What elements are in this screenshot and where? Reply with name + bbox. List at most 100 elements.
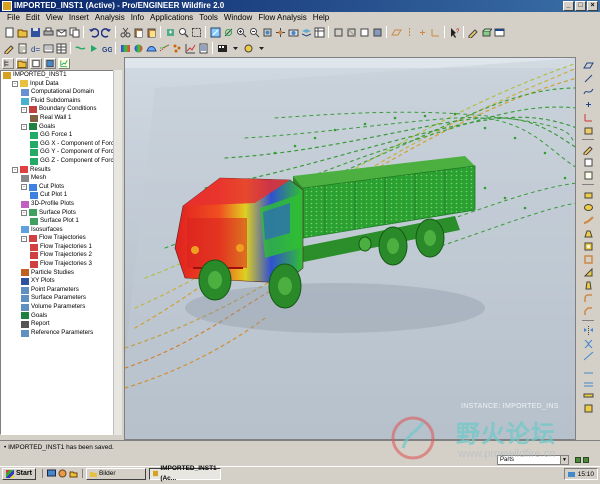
tree-item[interactable]: - Flow Trajectories [1, 234, 121, 243]
model-tree-tab-icon[interactable] [2, 58, 14, 69]
shell-tool-icon[interactable] [582, 253, 595, 265]
tree-expander-icon[interactable]: - [21, 209, 27, 216]
tree-item[interactable]: Isosurfaces [1, 226, 121, 235]
orient-mode-icon[interactable] [222, 26, 234, 38]
note-tool-icon[interactable] [582, 169, 595, 181]
taskbar-item-bilder[interactable]: Bilder [85, 467, 146, 480]
isosurface-icon[interactable] [145, 42, 157, 54]
tree-expander-icon[interactable]: - [21, 235, 27, 242]
menu-info[interactable]: Info [128, 12, 147, 24]
particle-study-icon[interactable] [171, 42, 183, 54]
menu-edit[interactable]: Edit [23, 12, 43, 24]
tree-expander-icon[interactable]: - [21, 184, 27, 191]
relations-icon[interactable]: d= [29, 42, 41, 54]
start-button[interactable]: Start [2, 467, 36, 480]
tree-item[interactable]: - Surface Plots [1, 209, 121, 218]
fill-tool-icon[interactable] [582, 156, 595, 168]
mirror-tool-icon[interactable] [582, 324, 595, 336]
tree-item[interactable]: Real Wall 1 [1, 114, 121, 123]
rename-icon[interactable] [3, 42, 15, 54]
sweep-tool-icon[interactable] [582, 214, 595, 226]
selection-filter-select[interactable]: Parts ▼ [497, 455, 569, 465]
animation-icon[interactable] [216, 42, 228, 54]
view-manager-icon[interactable] [313, 26, 325, 38]
round-tool-icon[interactable] [582, 292, 595, 304]
tree-item[interactable]: GG X - Component of Force 1 [1, 140, 121, 149]
tree-item[interactable]: Surface Parameters [1, 294, 121, 303]
datum-point-tool-icon[interactable] [582, 98, 595, 110]
tree-expander-icon[interactable]: - [12, 80, 18, 87]
datum-planes-icon[interactable] [390, 26, 402, 38]
regenerate-icon[interactable] [164, 26, 176, 38]
datum-axis-tool-icon[interactable] [582, 72, 595, 84]
menu-insert[interactable]: Insert [66, 12, 92, 24]
sketch-tool-icon[interactable] [582, 143, 595, 155]
tree-item[interactable]: Computational Domain [1, 88, 121, 97]
clock[interactable]: 15:10 [578, 471, 594, 478]
extend-tool-icon[interactable] [582, 363, 595, 375]
reorient-icon[interactable] [274, 26, 286, 38]
feature-icon[interactable] [480, 26, 492, 38]
thicken-tool-icon[interactable] [582, 389, 595, 401]
tree-item[interactable]: Reference Parameters [1, 329, 121, 338]
tree-item[interactable]: Flow Trajectories 3 [1, 260, 121, 269]
tree-item[interactable]: - Goals [1, 123, 121, 132]
tree-item[interactable]: Flow Trajectories 1 [1, 243, 121, 252]
browser-icon[interactable] [58, 469, 67, 478]
history-tab-icon[interactable] [44, 58, 56, 69]
desktop-icon[interactable] [46, 469, 56, 478]
dropdown-arrow-icon[interactable] [229, 42, 241, 54]
offset-tool-icon[interactable] [582, 376, 595, 388]
graphics-viewport[interactable]: INSTANCE: IMPORTED_INS [124, 57, 576, 440]
hole-tool-icon[interactable] [582, 240, 595, 252]
tree-expander-icon[interactable]: - [21, 123, 27, 130]
context-help-icon[interactable]: ? [448, 26, 460, 38]
menu-help[interactable]: Help [310, 12, 332, 24]
tree-item[interactable]: Cut Plot 1 [1, 191, 121, 200]
menu-analysis[interactable]: Analysis [92, 12, 128, 24]
favorites-tab-icon[interactable] [30, 58, 42, 69]
tree-item[interactable]: - Results [1, 166, 121, 175]
paste-special-icon[interactable] [145, 26, 157, 38]
blend-tool-icon[interactable] [582, 227, 595, 239]
minimize-button[interactable]: _ [563, 1, 574, 11]
note-icon[interactable] [16, 42, 28, 54]
open-folder-icon[interactable] [16, 26, 28, 38]
close-button[interactable]: × [587, 1, 598, 11]
trim-tool-icon[interactable] [582, 350, 595, 362]
print-icon[interactable] [42, 26, 54, 38]
maximize-button[interactable]: □ [575, 1, 586, 11]
tree-item[interactable]: Mesh [1, 174, 121, 183]
tree-item[interactable]: - Input Data [1, 80, 121, 89]
select-box-icon[interactable] [190, 26, 202, 38]
sketch-icon[interactable] [467, 26, 479, 38]
zoom-in-icon[interactable] [235, 26, 247, 38]
datum-plane-tool-icon[interactable] [582, 59, 595, 71]
flow-run-icon[interactable] [87, 42, 99, 54]
tree-expander-icon[interactable]: - [12, 166, 18, 173]
tree-item[interactable]: Goals [1, 312, 121, 321]
tree-item[interactable]: 3D-Profile Plots [1, 200, 121, 209]
save-icon[interactable] [29, 26, 41, 38]
chamfer-tool-icon[interactable] [582, 305, 595, 317]
tree-item[interactable]: - Cut Plots [1, 183, 121, 192]
solidify-tool-icon[interactable] [582, 402, 595, 414]
surface-plot-icon[interactable] [132, 42, 144, 54]
tree-item[interactable]: Fluid Subdomains [1, 97, 121, 106]
merge-tool-icon[interactable] [582, 337, 595, 349]
datum-axes-icon[interactable] [403, 26, 415, 38]
tree-item[interactable]: - Boundary Conditions [1, 105, 121, 114]
tree-item[interactable]: GG Y - Component of Force 1 [1, 148, 121, 157]
tree-scrollbar[interactable] [113, 70, 122, 435]
menu-window[interactable]: Window [221, 12, 255, 24]
menu-file[interactable]: File [4, 12, 23, 24]
menu-tools[interactable]: Tools [196, 12, 221, 24]
tree-item[interactable]: Report [1, 320, 121, 329]
new-file-icon[interactable] [3, 26, 15, 38]
tree-item[interactable]: Surface Plot 1 [1, 217, 121, 226]
flow-wizard-icon[interactable] [74, 42, 86, 54]
tree-item[interactable]: Point Parameters [1, 286, 121, 295]
tree-item[interactable]: Particle Studies [1, 269, 121, 278]
tree-item[interactable]: GG Z - Component of Force 1 [1, 157, 121, 166]
cut-plot-icon[interactable] [119, 42, 131, 54]
